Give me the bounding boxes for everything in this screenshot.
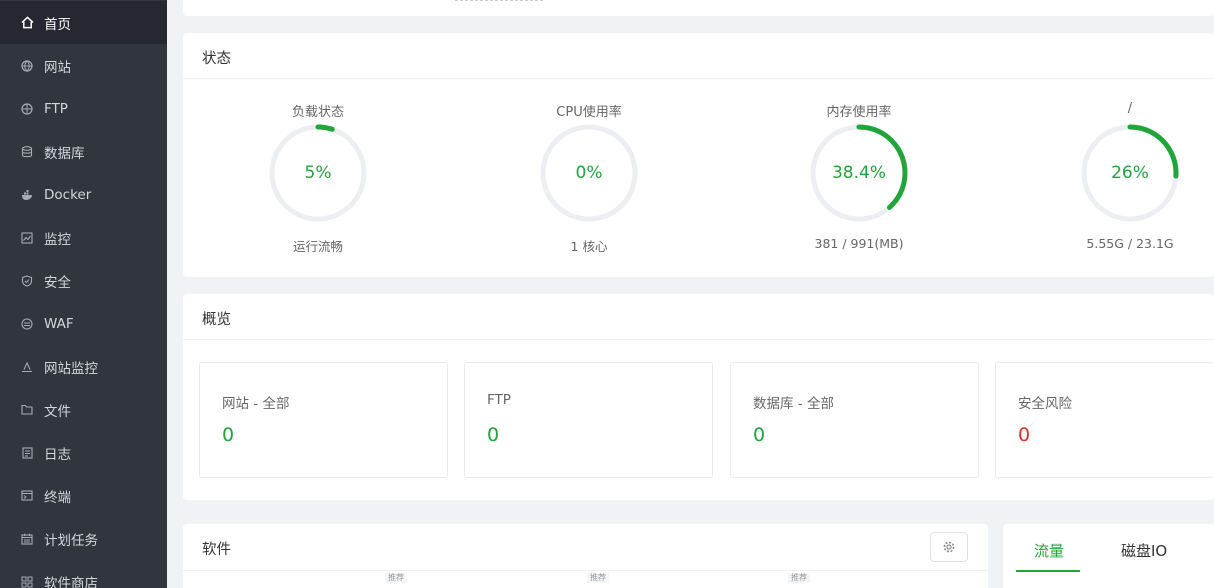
software-card-title: 软件: [202, 542, 231, 558]
tab-traffic[interactable]: 流量: [1034, 540, 1064, 561]
sidebar-item-label: 日志: [44, 446, 71, 463]
recommend-tag: 推荐: [385, 573, 407, 583]
database-icon: [20, 145, 34, 159]
sidebar-item-cron[interactable]: 计划任务: [0, 517, 167, 560]
gauge-memory[interactable]: 内存使用率 38.4% 381 / 991(MB): [764, 101, 954, 281]
tile-label: 数据库 - 全部: [753, 396, 834, 412]
sidebar-item-security[interactable]: 安全: [0, 259, 167, 302]
sidebar-item-label: FTP: [44, 100, 68, 117]
sidebar-item-label: WAF: [44, 315, 74, 332]
gauge-value: 5%: [304, 163, 332, 183]
dashed-link-underline: [455, 0, 543, 1]
folder-icon: [20, 403, 34, 417]
gauge-subtext: 5.55G / 23.1G: [1086, 236, 1174, 251]
site-monitor-icon: [20, 360, 34, 374]
sidebar-item-label: Docker: [44, 186, 92, 203]
gear-icon: [943, 541, 955, 553]
home-icon: [20, 16, 34, 30]
terminal-icon: [20, 489, 34, 503]
sidebar-item-label: 数据库: [44, 145, 85, 162]
sidebar-item-website[interactable]: 网站: [0, 44, 167, 87]
top-info-card: [183, 0, 1214, 16]
sidebar-item-label: 首页: [44, 16, 71, 33]
tile-value: 0: [487, 424, 500, 446]
sidebar-item-ftp[interactable]: FTP: [0, 87, 167, 130]
overview-tile-websites[interactable]: 网站 - 全部 0: [199, 362, 448, 478]
sidebar-item-home[interactable]: 首页: [0, 1, 167, 44]
gauge-value: 38.4%: [831, 163, 886, 183]
sidebar-item-label: 监控: [44, 231, 71, 248]
sidebar-item-label: 计划任务: [44, 532, 98, 549]
tile-value: 0: [222, 424, 235, 446]
sidebar-item-files[interactable]: 文件: [0, 388, 167, 431]
gauge-cpu[interactable]: CPU使用率 0% 1 核心: [494, 101, 684, 281]
gauge-title: /: [1127, 101, 1133, 116]
overview-tile-ftp[interactable]: FTP 0: [464, 362, 713, 478]
sidebar-item-label: 终端: [44, 489, 71, 506]
tab-disk-io[interactable]: 磁盘IO: [1121, 540, 1167, 561]
tile-value: 0: [1018, 424, 1031, 446]
tile-label: FTP: [487, 392, 511, 408]
tile-label: 网站 - 全部: [222, 396, 290, 412]
sidebar-item-label: 网站: [44, 59, 71, 76]
gauge-load[interactable]: 负载状态 5% 运行流畅: [223, 101, 413, 281]
overview-tile-databases[interactable]: 数据库 - 全部 0: [730, 362, 979, 478]
sidebar: 首页 网站 FTP 数据库 Docker 监控 安全 WAF 网站监控 文件 日…: [0, 0, 167, 588]
status-card: 状态 负载状态 5% 运行流畅 CPU使用率 0% 1 核心 内存使用率 38.…: [183, 33, 1214, 277]
calendar-icon: [20, 532, 34, 546]
globe-icon: [20, 59, 34, 73]
shield-icon: [20, 274, 34, 288]
sidebar-item-logs[interactable]: 日志: [0, 431, 167, 474]
docker-icon: [20, 188, 34, 202]
recommend-tag: 推荐: [788, 573, 810, 583]
ftp-globe-icon: [20, 102, 34, 116]
store-grid-icon: [20, 575, 34, 588]
sidebar-item-app-store[interactable]: 软件商店: [0, 560, 167, 588]
sidebar-item-docker[interactable]: Docker: [0, 173, 167, 216]
sidebar-item-terminal[interactable]: 终端: [0, 474, 167, 517]
sidebar-item-monitor[interactable]: 监控: [0, 216, 167, 259]
waf-icon: [20, 317, 34, 331]
software-card: 软件: [183, 524, 988, 588]
divider: [183, 570, 988, 571]
log-icon: [20, 446, 34, 460]
sidebar-item-database[interactable]: 数据库: [0, 130, 167, 173]
sidebar-item-label: 文件: [44, 403, 71, 420]
tile-label: 安全风险: [1018, 396, 1072, 412]
gauge-value: 0%: [575, 163, 603, 183]
status-card-title: 状态: [202, 51, 231, 67]
monitor-chart-icon: [20, 231, 34, 245]
overview-card-title: 概览: [202, 312, 231, 328]
recommend-tag: 推荐: [587, 573, 609, 583]
active-tab-indicator: [1016, 570, 1080, 572]
sidebar-item-label: 网站监控: [44, 360, 98, 377]
gauge-subtext: 运行流畅: [292, 239, 343, 254]
sidebar-item-label: 安全: [44, 274, 71, 291]
gauge-subtext: 1 核心: [570, 239, 608, 254]
divider: [183, 78, 1214, 79]
gauge-title: 负载状态: [291, 105, 344, 120]
gauge-title: 内存使用率: [826, 105, 892, 120]
gauge-subtext: 381 / 991(MB): [814, 236, 904, 251]
software-settings-button[interactable]: [930, 532, 968, 562]
gauge-disk-root[interactable]: / 26% 5.55G / 23.1G: [1035, 101, 1214, 281]
sidebar-item-label: 软件商店: [44, 575, 98, 588]
sidebar-item-waf[interactable]: WAF: [0, 302, 167, 345]
tile-value: 0: [753, 424, 766, 446]
divider: [183, 339, 1214, 340]
gauge-value: 26%: [1111, 163, 1149, 183]
gauge-title: CPU使用率: [556, 105, 622, 120]
sidebar-item-site-monitor[interactable]: 网站监控: [0, 345, 167, 388]
overview-tile-security-risk[interactable]: 安全风险 0: [995, 362, 1214, 478]
